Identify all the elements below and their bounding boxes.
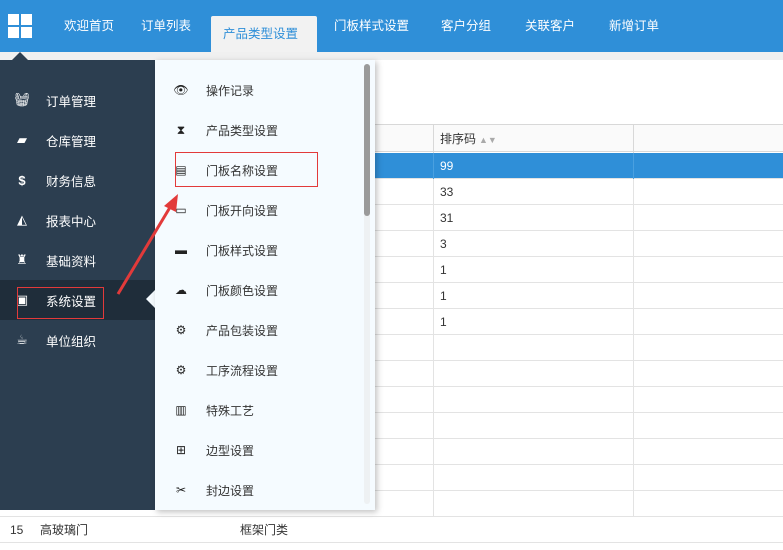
annotation-arrow-icon <box>116 194 178 295</box>
